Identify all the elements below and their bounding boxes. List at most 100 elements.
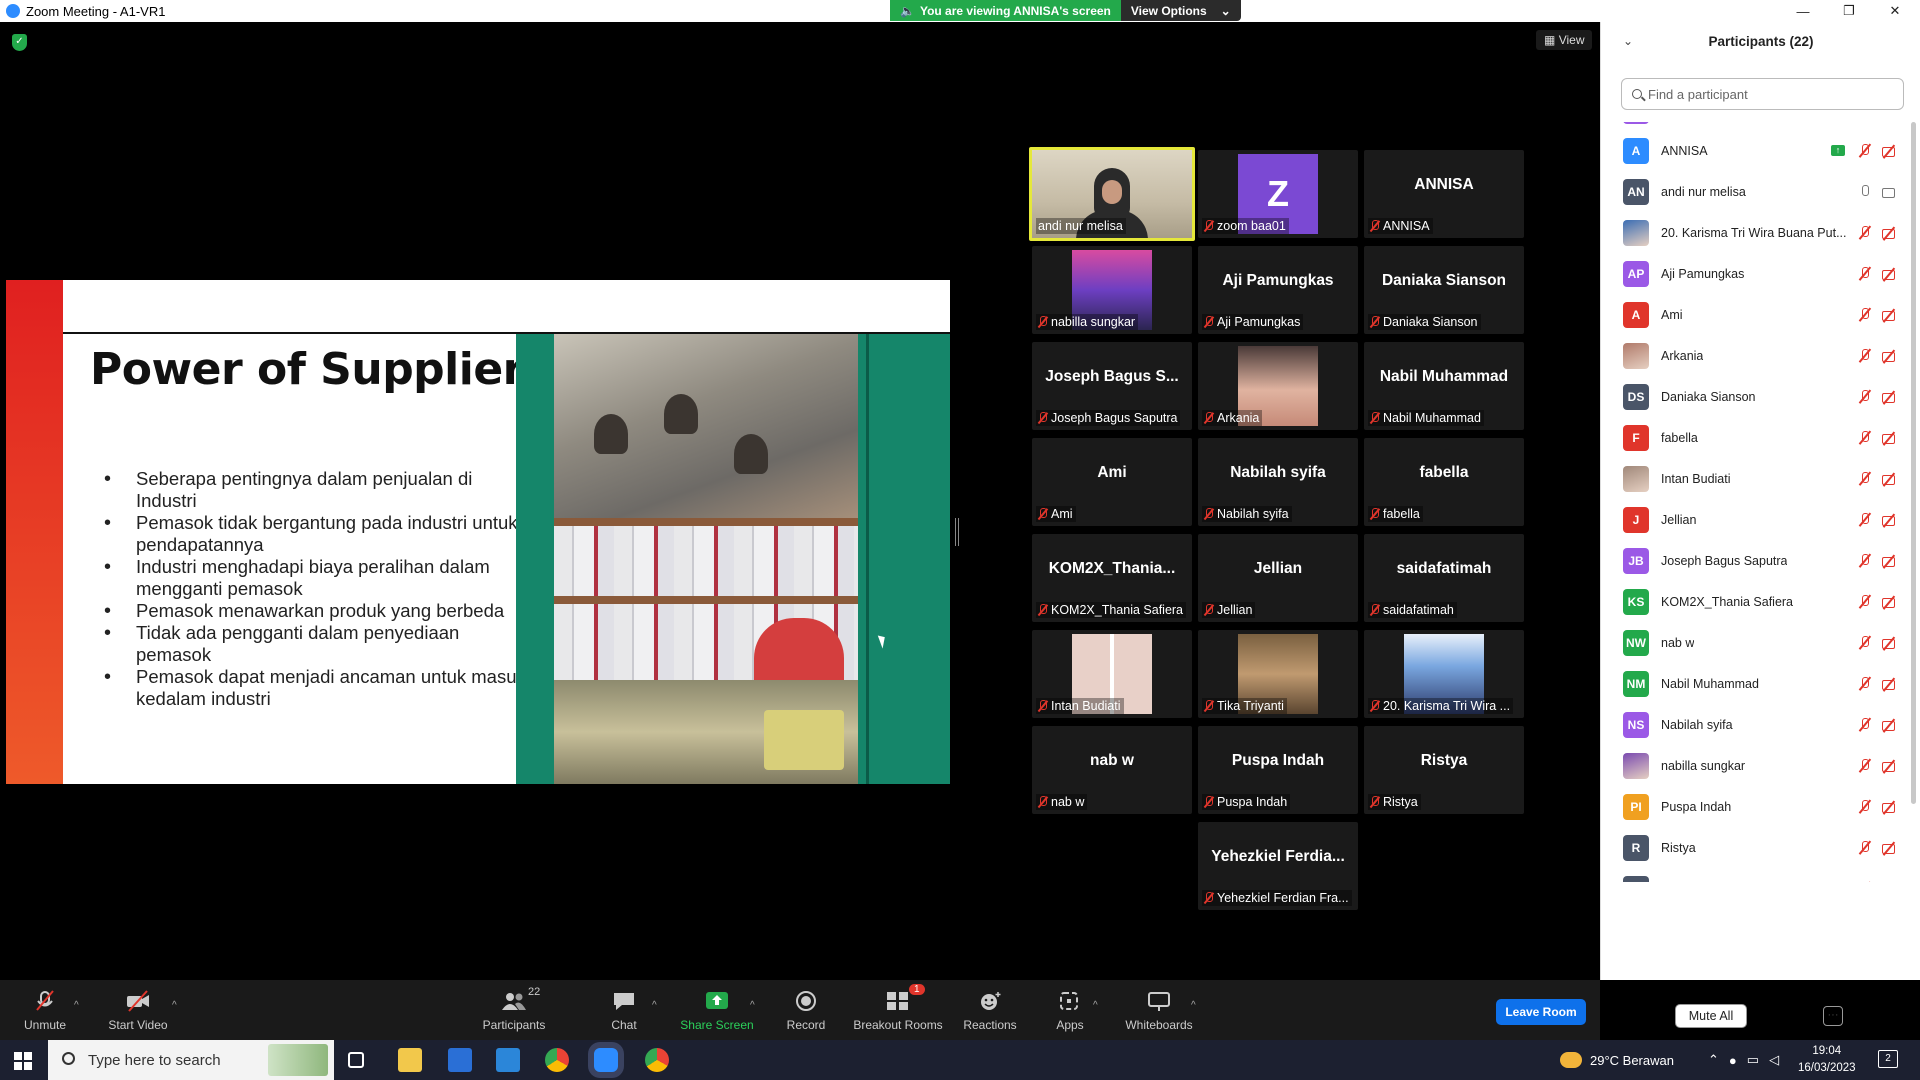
volume-icon[interactable]: ◁ [1769, 1052, 1779, 1068]
participant-row[interactable]: KS KOM2X_Thania Safiera [1601, 581, 1911, 622]
video-off-icon[interactable] [1881, 676, 1899, 692]
video-off-icon[interactable] [1881, 266, 1899, 282]
microphone-muted-icon[interactable] [1857, 840, 1873, 856]
participant-row[interactable]: Intan Budiati [1601, 458, 1911, 499]
microphone-muted-icon[interactable] [1857, 430, 1873, 446]
participant-video-tile[interactable]: saidafatimah saidafatimah [1364, 534, 1524, 622]
view-options-button[interactable]: View Options ⌄ [1120, 0, 1241, 21]
participant-video-tile[interactable]: Nabil Muhammad Nabil Muhammad [1364, 342, 1524, 430]
video-off-icon[interactable] [1881, 758, 1899, 774]
mute-all-button[interactable]: Mute All [1675, 1004, 1747, 1028]
microphone-muted-icon[interactable] [1857, 553, 1873, 569]
microphone-muted-icon[interactable] [1857, 881, 1873, 882]
apps-button[interactable]: Apps [1052, 980, 1088, 1040]
chevron-up-icon[interactable]: ⌃ [1708, 1052, 1719, 1068]
network-icon[interactable]: ▭ [1747, 1052, 1759, 1068]
view-button[interactable]: ▦ View [1536, 30, 1593, 50]
participant-row[interactable]: AN andi nur melisa [1601, 171, 1911, 212]
participant-video-tile[interactable]: Ristya Ristya [1364, 726, 1524, 814]
participant-video-tile[interactable]: nabilla sungkar [1032, 246, 1192, 334]
video-off-icon[interactable] [1881, 143, 1899, 159]
zoom-taskbar-icon[interactable] [594, 1048, 618, 1072]
participant-video-tile[interactable]: Tika Triyanti [1198, 630, 1358, 718]
microphone-muted-icon[interactable] [1857, 307, 1873, 323]
participant-video-tile[interactable]: Yehezkiel Ferdia... Yehezkiel Ferdian Fra… [1198, 822, 1358, 910]
microphone-muted-icon[interactable] [1857, 348, 1873, 364]
video-off-icon[interactable] [1881, 430, 1899, 446]
microphone-icon[interactable] [1857, 184, 1873, 200]
apps-options-caret-icon[interactable]: ^ [1093, 1000, 1098, 1011]
mail-icon[interactable] [496, 1048, 520, 1072]
chrome-icon[interactable] [645, 1048, 669, 1072]
participant-row[interactable]: Ffabella [1601, 417, 1911, 458]
video-off-icon[interactable] [1881, 348, 1899, 364]
participant-row[interactable]: R Ristya [1601, 827, 1911, 868]
microphone-muted-icon[interactable] [1857, 676, 1873, 692]
participant-video-tile[interactable]: ANNISA ANNISA [1364, 150, 1524, 238]
participant-video-tile[interactable]: Intan Budiati [1032, 630, 1192, 718]
microphone-muted-icon[interactable] [1857, 635, 1873, 651]
participant-video-tile[interactable]: Joseph Bagus S... Joseph Bagus Saputra [1032, 342, 1192, 430]
participant-row[interactable]: NM Nabil Muhammad [1601, 663, 1911, 704]
windows-start-icon[interactable] [14, 1052, 32, 1070]
share-options-caret-icon[interactable]: ^ [750, 1000, 755, 1011]
participant-video-tile[interactable]: fabella fabella [1364, 438, 1524, 526]
breakout-rooms-button[interactable]: 1 Breakout Rooms [853, 980, 943, 1040]
audio-options-caret-icon[interactable]: ^ [74, 1000, 79, 1011]
restore-icon[interactable]: ❐ [1826, 0, 1872, 22]
video-off-icon[interactable] [1881, 717, 1899, 733]
microphone-muted-icon[interactable] [1857, 758, 1873, 774]
participant-row[interactable]: DS Daniaka Sianson [1601, 376, 1911, 417]
participant-video-tile[interactable]: Aji Pamungkas Aji Pamungkas [1198, 246, 1358, 334]
participant-video-tile[interactable]: nab w nab w [1032, 726, 1192, 814]
participant-row[interactable]: NS Nabilah syifa [1601, 704, 1911, 745]
task-view-icon[interactable] [348, 1052, 364, 1068]
microphone-muted-icon[interactable] [1857, 594, 1873, 610]
chat-button[interactable]: Chat [604, 980, 644, 1040]
participant-video-tile[interactable]: Ami Ami [1032, 438, 1192, 526]
whiteboards-options-caret-icon[interactable]: ^ [1191, 1000, 1196, 1011]
chrome-icon[interactable] [545, 1048, 569, 1072]
participant-video-tile[interactable]: Arkania [1198, 342, 1358, 430]
participants-button[interactable]: 22 Participants [478, 980, 550, 1040]
video-off-icon[interactable] [1881, 225, 1899, 241]
video-off-icon[interactable] [1881, 840, 1899, 856]
participants-scrollbar[interactable] [1911, 122, 1916, 804]
participant-video-tile[interactable]: KOM2X_Thania... KOM2X_Thania Safiera [1032, 534, 1192, 622]
participant-video-tile[interactable]: andi nur melisa [1029, 147, 1195, 241]
video-off-icon[interactable] [1881, 594, 1899, 610]
participant-video-tile[interactable]: Nabilah syifa Nabilah syifa [1198, 438, 1358, 526]
record-button[interactable]: Record [783, 980, 829, 1040]
participant-row[interactable]: nabilla sungkar [1601, 745, 1911, 786]
microphone-muted-icon[interactable] [1857, 799, 1873, 815]
start-video-button[interactable]: Start Video [106, 980, 170, 1040]
unmute-button[interactable]: Unmute [18, 980, 72, 1040]
microphone-muted-icon[interactable] [1857, 471, 1873, 487]
weather-widget[interactable]: 29°C Berawan [1560, 1040, 1674, 1080]
close-icon[interactable]: ✕ [1872, 0, 1918, 22]
participant-row[interactable]: A Ami [1601, 294, 1911, 335]
notification-center-icon[interactable]: 2 [1878, 1050, 1898, 1068]
encryption-shield-icon[interactable]: ✓ [12, 34, 27, 51]
microphone-muted-icon[interactable] [1857, 389, 1873, 405]
video-off-icon[interactable] [1881, 307, 1899, 323]
participant-search-input[interactable]: Find a participant [1621, 78, 1904, 110]
video-off-icon[interactable] [1881, 512, 1899, 528]
microphone-muted-icon[interactable] [1857, 512, 1873, 528]
more-options-button[interactable]: ··· [1823, 1006, 1843, 1026]
video-off-icon[interactable] [1881, 389, 1899, 405]
file-explorer-icon[interactable] [398, 1048, 422, 1072]
chat-options-caret-icon[interactable]: ^ [652, 1000, 657, 1011]
microsoft-store-icon[interactable] [448, 1048, 472, 1072]
participant-row[interactable]: A ANNISA ↑ [1601, 130, 1911, 171]
whiteboards-button[interactable]: Whiteboards [1124, 980, 1194, 1040]
microphone-muted-icon[interactable] [1857, 143, 1873, 159]
participant-video-tile[interactable]: Daniaka Sianson Daniaka Sianson [1364, 246, 1524, 334]
video-camera-icon[interactable] [1881, 184, 1899, 200]
participant-row[interactable]: PI Puspa Indah [1601, 786, 1911, 827]
share-screen-button[interactable]: Share Screen [680, 980, 754, 1040]
participant-video-tile[interactable]: Zzoom baa01 [1198, 150, 1358, 238]
participant-row[interactable]: Arkania [1601, 335, 1911, 376]
participant-row[interactable]: 20. Karisma Tri Wira Buana Put... [1601, 212, 1911, 253]
video-off-icon[interactable] [1881, 471, 1899, 487]
